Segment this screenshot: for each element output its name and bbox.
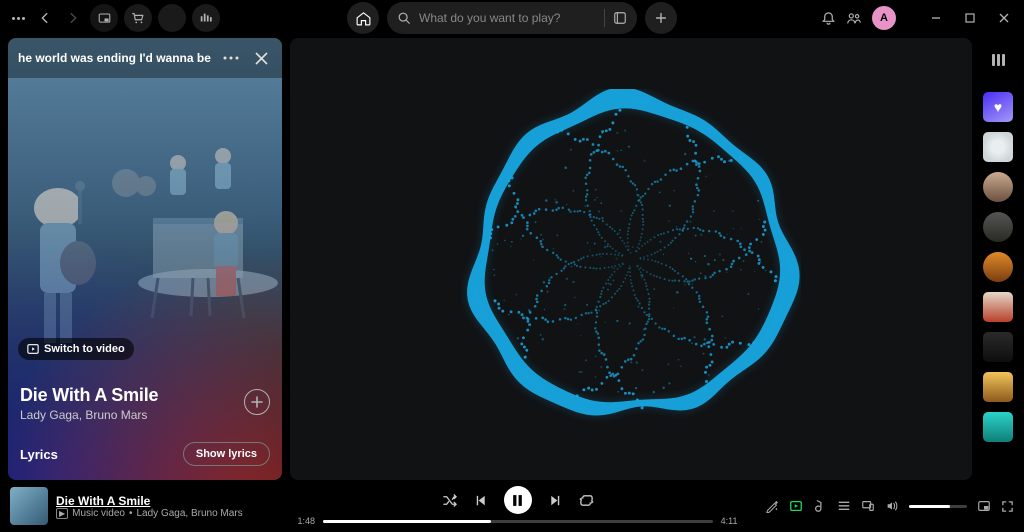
- avatar[interactable]: A: [872, 6, 896, 30]
- rail-item-artist-2[interactable]: [983, 252, 1013, 282]
- now-playing-more-button[interactable]: [220, 47, 242, 69]
- player-bar: Die With A Smile ▶ Music video • Lady Ga…: [0, 480, 1024, 532]
- pip-button[interactable]: [90, 4, 118, 32]
- shuffle-button[interactable]: [442, 493, 457, 508]
- show-lyrics-button[interactable]: Show lyrics: [183, 442, 270, 466]
- window-maximize-button[interactable]: [958, 6, 982, 30]
- search-input[interactable]: [419, 11, 596, 25]
- search-icon: [397, 11, 411, 25]
- cart-button[interactable]: [124, 4, 152, 32]
- now-playing-view-button[interactable]: [789, 499, 803, 513]
- play-pause-button[interactable]: [504, 486, 532, 514]
- player-center: 1:48 4:11: [270, 486, 765, 526]
- audio-visualizer: [461, 89, 801, 429]
- search-divider: [604, 9, 605, 27]
- now-playing-close-button[interactable]: [250, 47, 272, 69]
- now-playing-song-title[interactable]: Die With A Smile: [20, 385, 270, 406]
- rail-item-playlist-1[interactable]: [983, 132, 1013, 162]
- switch-to-video-button[interactable]: Switch to video: [18, 338, 134, 360]
- player-song-title[interactable]: Die With A Smile: [56, 494, 243, 508]
- rail-item-album-4[interactable]: [983, 412, 1013, 442]
- devices-button[interactable]: [861, 499, 875, 513]
- progress-row: 1:48 4:11: [298, 516, 738, 526]
- player-sub-prefix: Music video: [72, 508, 125, 519]
- volume-icon[interactable]: [885, 499, 899, 513]
- lyrics-button[interactable]: [813, 499, 827, 513]
- topbar-left: [8, 4, 220, 32]
- player-subline: ▶ Music video • Lady Gaga, Bruno Mars: [56, 508, 243, 519]
- switch-to-video-label: Switch to video: [44, 343, 125, 355]
- time-elapsed: 1:48: [298, 516, 316, 526]
- topbar-right: A: [821, 6, 1016, 30]
- friends-icon[interactable]: [846, 11, 862, 26]
- player-album-art[interactable]: [10, 487, 48, 525]
- now-playing-artists[interactable]: Lady Gaga, Bruno Mars: [20, 408, 270, 422]
- add-to-library-button[interactable]: [244, 389, 270, 415]
- now-playing-panel: he world was ending I'd wanna be next t …: [8, 38, 282, 480]
- main-wrap: he world was ending I'd wanna be next t …: [8, 38, 1016, 480]
- miniplayer-button[interactable]: [977, 499, 991, 513]
- create-button[interactable]: [645, 2, 677, 34]
- right-rail: ♥: [980, 38, 1016, 480]
- home-button[interactable]: [347, 2, 379, 34]
- library-icon[interactable]: [988, 54, 1008, 68]
- lyrics-label: Lyrics: [20, 447, 58, 462]
- fullscreen-button[interactable]: [1001, 500, 1014, 513]
- top-bar: A: [0, 0, 1024, 36]
- now-playing-scroll-text: he world was ending I'd wanna be next t: [18, 51, 212, 65]
- notifications-icon[interactable]: [821, 11, 836, 26]
- next-button[interactable]: [548, 493, 563, 508]
- window-close-button[interactable]: [992, 6, 1016, 30]
- visualizer-panel: [290, 38, 972, 480]
- lyrics-row: Lyrics Show lyrics: [20, 442, 270, 466]
- blank-circle-button[interactable]: [158, 4, 186, 32]
- progress-bar[interactable]: [323, 520, 713, 523]
- browse-icon[interactable]: [613, 11, 627, 25]
- now-playing-info: Die With A Smile Lady Gaga, Bruno Mars: [20, 385, 270, 422]
- search-field-wrap[interactable]: [387, 2, 637, 34]
- previous-button[interactable]: [473, 493, 488, 508]
- video-icon: [27, 343, 39, 355]
- rail-item-album-3[interactable]: [983, 372, 1013, 402]
- time-total: 4:11: [721, 516, 738, 526]
- player-meta: Die With A Smile ▶ Music video • Lady Ga…: [56, 494, 243, 519]
- music-video-badge-icon: ▶: [56, 508, 68, 519]
- player-left: Die With A Smile ▶ Music video • Lady Ga…: [10, 487, 270, 525]
- player-controls: [442, 486, 594, 514]
- rail-item-artist-1[interactable]: [983, 172, 1013, 202]
- rail-item-album-1[interactable]: [983, 212, 1013, 242]
- nav-back-button[interactable]: [34, 7, 56, 29]
- rail-item-album-2[interactable]: [983, 332, 1013, 362]
- app-menu-button[interactable]: [8, 4, 28, 32]
- rail-items: ♥: [983, 92, 1013, 442]
- nav-forward-button[interactable]: [62, 7, 84, 29]
- now-playing-header: he world was ending I'd wanna be next t: [8, 38, 282, 78]
- rail-item-liked-songs[interactable]: ♥: [983, 92, 1013, 122]
- equalizer-button[interactable]: [192, 4, 220, 32]
- repeat-button[interactable]: [579, 493, 594, 508]
- enhance-icon[interactable]: [765, 499, 779, 513]
- player-artists-line[interactable]: Lady Gaga, Bruno Mars: [136, 508, 242, 519]
- volume-bar[interactable]: [909, 505, 967, 508]
- window-minimize-button[interactable]: [924, 6, 948, 30]
- visualizer-svg: [461, 89, 801, 429]
- avatar-letter: A: [880, 12, 888, 24]
- player-right: [765, 499, 1014, 513]
- queue-button[interactable]: [837, 499, 851, 513]
- topbar-center: [347, 2, 677, 34]
- rail-item-artist-3[interactable]: [983, 292, 1013, 322]
